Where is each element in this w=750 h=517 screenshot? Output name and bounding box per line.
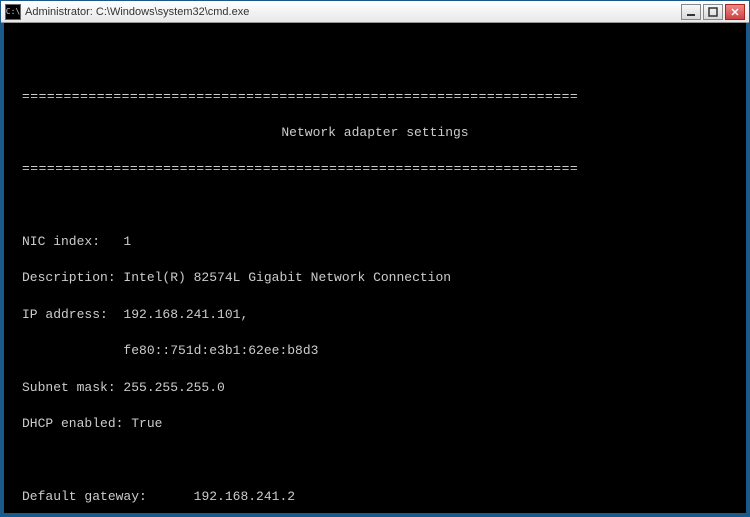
- subnet-row: Subnet mask: 255.255.255.0: [22, 379, 728, 397]
- console-output[interactable]: ========================================…: [1, 23, 749, 516]
- description-value: Intel(R) 82574L Gigabit Network Connecti…: [123, 269, 451, 287]
- nic-index-label: NIC index:: [22, 233, 123, 251]
- description-row: Description: Intel(R) 82574L Gigabit Net…: [22, 269, 728, 287]
- gateway-row: Default gateway: 192.168.241.2: [22, 488, 728, 506]
- close-button[interactable]: [725, 4, 745, 20]
- gateway-value: 192.168.241.2: [194, 488, 295, 506]
- cmd-window: C:\ Administrator: C:\Windows\system32\c…: [0, 0, 750, 517]
- dhcp-label: DHCP enabled:: [22, 415, 131, 433]
- ip-address-row: IP address: 192.168.241.101,: [22, 306, 728, 324]
- ip-address-value: 192.168.241.101,: [123, 306, 248, 324]
- titlebar[interactable]: C:\ Administrator: C:\Windows\system32\c…: [1, 1, 749, 23]
- dhcp-row: DHCP enabled: True: [22, 415, 728, 433]
- subnet-label: Subnet mask:: [22, 379, 123, 397]
- nic-index-row: NIC index: 1: [22, 233, 728, 251]
- gateway-label: Default gateway:: [22, 488, 194, 506]
- ip-address-v6-row: fe80::751d:e3b1:62ee:b8d3: [22, 342, 728, 360]
- cmd-icon: C:\: [5, 4, 21, 20]
- ip-address-v6-value: fe80::751d:e3b1:62ee:b8d3: [123, 342, 318, 360]
- separator-bottom: ========================================…: [22, 160, 728, 178]
- description-label: Description:: [22, 269, 123, 287]
- window-title: Administrator: C:\Windows\system32\cmd.e…: [25, 6, 681, 18]
- separator-top: ========================================…: [22, 88, 728, 106]
- ip-address-label: IP address:: [22, 306, 123, 324]
- subnet-value: 255.255.255.0: [123, 379, 224, 397]
- close-icon: [730, 7, 740, 17]
- maximize-icon: [708, 7, 718, 17]
- minimize-button[interactable]: [681, 4, 701, 20]
- window-controls: [681, 4, 745, 20]
- minimize-icon: [686, 7, 696, 17]
- dhcp-value: True: [131, 415, 162, 433]
- maximize-button[interactable]: [703, 4, 723, 20]
- header-title: Network adapter settings: [22, 124, 728, 142]
- ip-address-pad: [22, 342, 123, 360]
- nic-index-value: 1: [123, 233, 131, 251]
